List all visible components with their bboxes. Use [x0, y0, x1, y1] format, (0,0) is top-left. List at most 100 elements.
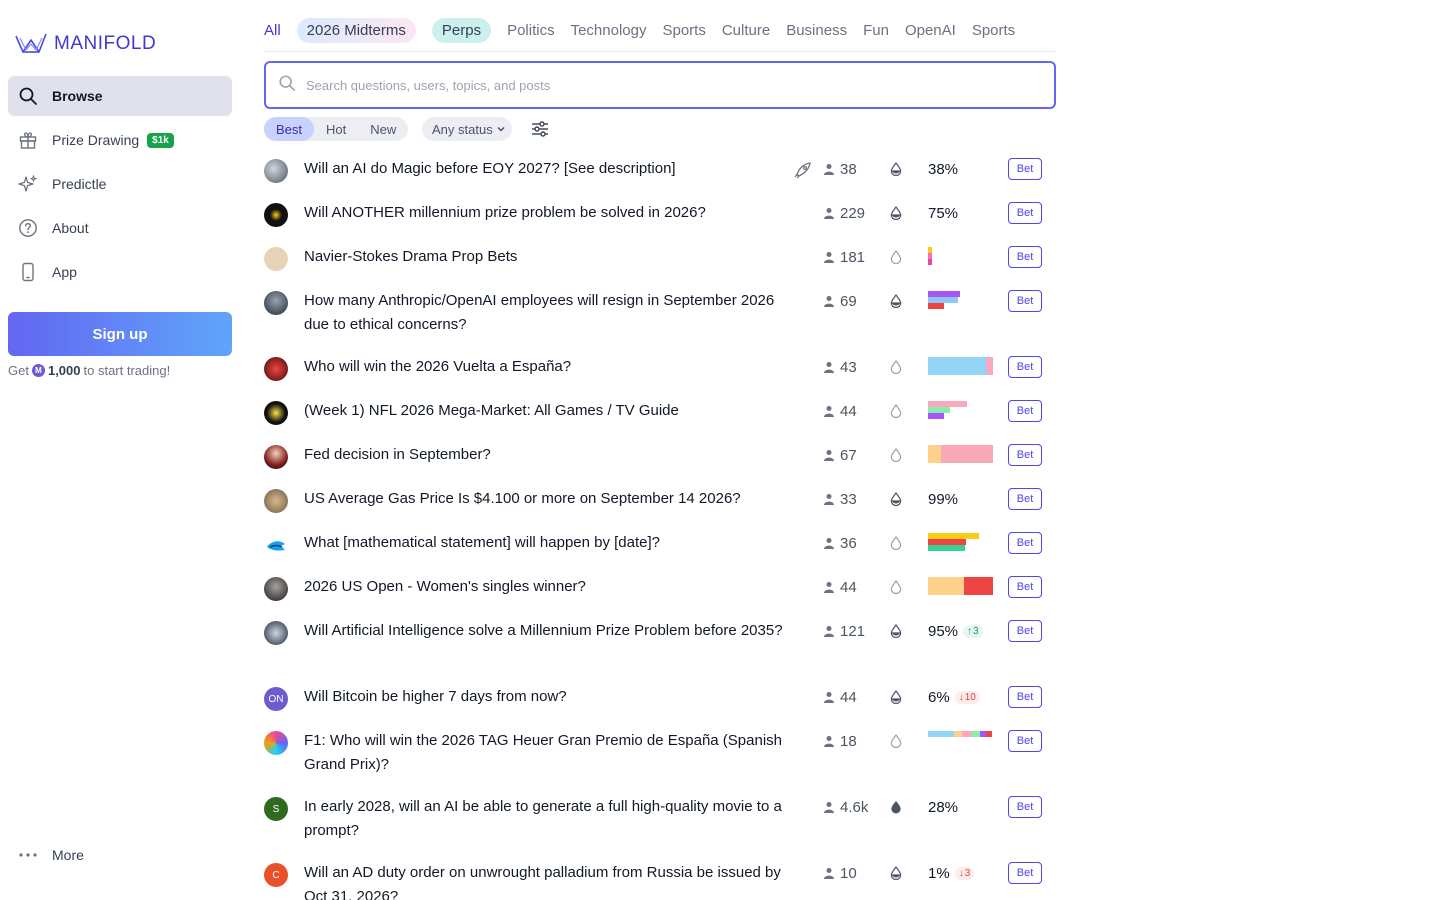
- sidebar-item-browse[interactable]: Browse: [8, 76, 232, 116]
- creator-avatar[interactable]: [264, 621, 288, 645]
- bet-button[interactable]: Bet: [1008, 620, 1042, 642]
- creator-avatar[interactable]: [264, 159, 288, 183]
- market-title[interactable]: Will an AI do Magic before EOY 2027? [Se…: [304, 157, 794, 181]
- bet-button[interactable]: Bet: [1008, 158, 1042, 180]
- sidebar-item-predictle[interactable]: Predictle: [8, 164, 232, 204]
- manifold-logo[interactable]: MANIFOLD: [14, 30, 156, 58]
- creator-avatar[interactable]: [264, 357, 288, 381]
- signup-button[interactable]: Sign up: [8, 312, 232, 356]
- topic-tab-openai[interactable]: OpenAI: [905, 22, 956, 39]
- search-input[interactable]: [306, 77, 1006, 93]
- topic-tab-politics[interactable]: Politics: [507, 22, 555, 39]
- avatar-initials: C: [272, 869, 280, 881]
- market-row[interactable]: 2026 US Open - Women's singles winner? 4…: [264, 575, 1056, 603]
- creator-avatar[interactable]: [264, 731, 288, 755]
- market-row[interactable]: (Week 1) NFL 2026 Mega-Market: All Games…: [264, 399, 1056, 427]
- sidebar-item-prize-drawing[interactable]: Prize Drawing $1k: [8, 120, 232, 160]
- creator-avatar[interactable]: ON: [264, 687, 288, 711]
- probability-value: 1%: [928, 864, 950, 882]
- bet-button[interactable]: Bet: [1008, 356, 1042, 378]
- topic-tab-business[interactable]: Business: [786, 22, 847, 39]
- bet-button[interactable]: Bet: [1008, 730, 1042, 752]
- bet-button[interactable]: Bet: [1008, 862, 1042, 884]
- creator-avatar[interactable]: [264, 489, 288, 513]
- topic-tabs: All 2026 Midterms Perps Politics Technol…: [264, 14, 1056, 52]
- topic-tab-2026-midterms[interactable]: 2026 Midterms: [296, 18, 416, 43]
- market-title[interactable]: US Average Gas Price Is $4.100 or more o…: [304, 487, 794, 511]
- sidebar-item-label: About: [52, 220, 89, 236]
- market-row[interactable]: Navier-Stokes Drama Prop Bets 181 Bet: [264, 245, 1056, 273]
- trader-count: 38: [823, 157, 857, 181]
- market-row[interactable]: C Will an AD duty order on unwrought pall…: [264, 861, 1056, 900]
- sort-hot[interactable]: Hot: [314, 117, 358, 141]
- market-title[interactable]: (Week 1) NFL 2026 Mega-Market: All Games…: [304, 399, 794, 423]
- market-row[interactable]: What [mathematical statement] will happe…: [264, 531, 1056, 559]
- topic-tab-sports[interactable]: Sports: [662, 22, 705, 39]
- market-row[interactable]: How many Anthropic/OpenAI employees will…: [264, 289, 1056, 349]
- outcome-bar: [928, 259, 932, 265]
- creator-avatar[interactable]: [264, 577, 288, 601]
- bet-button[interactable]: Bet: [1008, 488, 1042, 510]
- creator-avatar[interactable]: C: [264, 863, 288, 887]
- outcome-bar: [941, 457, 993, 463]
- creator-avatar[interactable]: [264, 291, 288, 315]
- market-title[interactable]: Will Artificial Intelligence solve a Mil…: [304, 619, 794, 643]
- creator-avatar[interactable]: [264, 247, 288, 271]
- market-row[interactable]: F1: Who will win the 2026 TAG Heuer Gran…: [264, 729, 1056, 789]
- bet-button[interactable]: Bet: [1008, 290, 1042, 312]
- market-row[interactable]: ON Will Bitcoin be higher 7 days from now…: [264, 685, 1056, 713]
- market-row[interactable]: Will an AI do Magic before EOY 2027? [Se…: [264, 157, 1056, 185]
- bet-button[interactable]: Bet: [1008, 532, 1042, 554]
- market-title[interactable]: Will Bitcoin be higher 7 days from now?: [304, 685, 794, 709]
- trader-count-value: 229: [840, 204, 866, 222]
- market-title[interactable]: Fed decision in September?: [304, 443, 794, 467]
- sidebar-item-app[interactable]: App: [8, 252, 232, 292]
- sort-new[interactable]: New: [358, 117, 408, 141]
- market-title[interactable]: 2026 US Open - Women's singles winner?: [304, 575, 794, 599]
- topic-tab-perps[interactable]: Perps: [431, 18, 492, 43]
- bet-button[interactable]: Bet: [1008, 576, 1042, 598]
- creator-avatar[interactable]: [264, 401, 288, 425]
- market-row[interactable]: Will ANOTHER millennium prize problem be…: [264, 201, 1056, 229]
- sidebar-more[interactable]: More: [8, 840, 84, 870]
- status-select[interactable]: Any status: [422, 117, 512, 141]
- market-row[interactable]: Fed decision in September? 67 Bet: [264, 443, 1056, 471]
- creator-avatar[interactable]: [264, 203, 288, 227]
- market-probability: 1% ↓ 3: [928, 861, 975, 885]
- topic-tab-all[interactable]: All: [264, 22, 281, 39]
- sidebar-item-about[interactable]: About: [8, 208, 232, 248]
- bet-button[interactable]: Bet: [1008, 400, 1042, 422]
- sort-best[interactable]: Best: [264, 117, 315, 141]
- market-row[interactable]: Who will win the 2026 Vuelta a España? 4…: [264, 355, 1056, 383]
- probability-value: 28%: [928, 798, 959, 816]
- market-row[interactable]: US Average Gas Price Is $4.100 or more o…: [264, 487, 1056, 515]
- market-row[interactable]: Will Artificial Intelligence solve a Mil…: [264, 619, 1056, 679]
- market-title[interactable]: Will ANOTHER millennium prize problem be…: [304, 201, 794, 225]
- probability-change-value: 3: [964, 867, 971, 879]
- market-title[interactable]: Will an AD duty order on unwrought palla…: [304, 861, 794, 900]
- market-title[interactable]: How many Anthropic/OpenAI employees will…: [304, 289, 794, 337]
- creator-avatar[interactable]: [264, 533, 288, 557]
- market-row[interactable]: S In early 2028, will an AI be able to ge…: [264, 795, 1056, 855]
- topic-tab-culture[interactable]: Culture: [722, 22, 770, 39]
- market-title[interactable]: In early 2028, will an AI be able to gen…: [304, 795, 794, 843]
- bet-button[interactable]: Bet: [1008, 444, 1042, 466]
- probability-value: 6%: [928, 688, 950, 706]
- topic-tab-fun[interactable]: Fun: [863, 22, 889, 39]
- bet-button[interactable]: Bet: [1008, 246, 1042, 268]
- topic-tab-technology[interactable]: Technology: [571, 22, 647, 39]
- chevron-down-icon: [497, 126, 505, 132]
- creator-avatar[interactable]: [264, 445, 288, 469]
- trader-count-value: 43: [840, 358, 857, 376]
- sidebar-item-label: Predictle: [52, 176, 107, 192]
- market-title[interactable]: Navier-Stokes Drama Prop Bets: [304, 245, 794, 269]
- filter-settings-button[interactable]: [530, 119, 550, 139]
- market-title[interactable]: Who will win the 2026 Vuelta a España?: [304, 355, 794, 379]
- bet-button[interactable]: Bet: [1008, 686, 1042, 708]
- market-title[interactable]: What [mathematical statement] will happe…: [304, 531, 794, 555]
- bet-button[interactable]: Bet: [1008, 202, 1042, 224]
- market-title[interactable]: F1: Who will win the 2026 TAG Heuer Gran…: [304, 729, 794, 777]
- topic-tab-sports-2[interactable]: Sports: [972, 22, 1015, 39]
- creator-avatar[interactable]: S: [264, 797, 288, 821]
- bet-button[interactable]: Bet: [1008, 796, 1042, 818]
